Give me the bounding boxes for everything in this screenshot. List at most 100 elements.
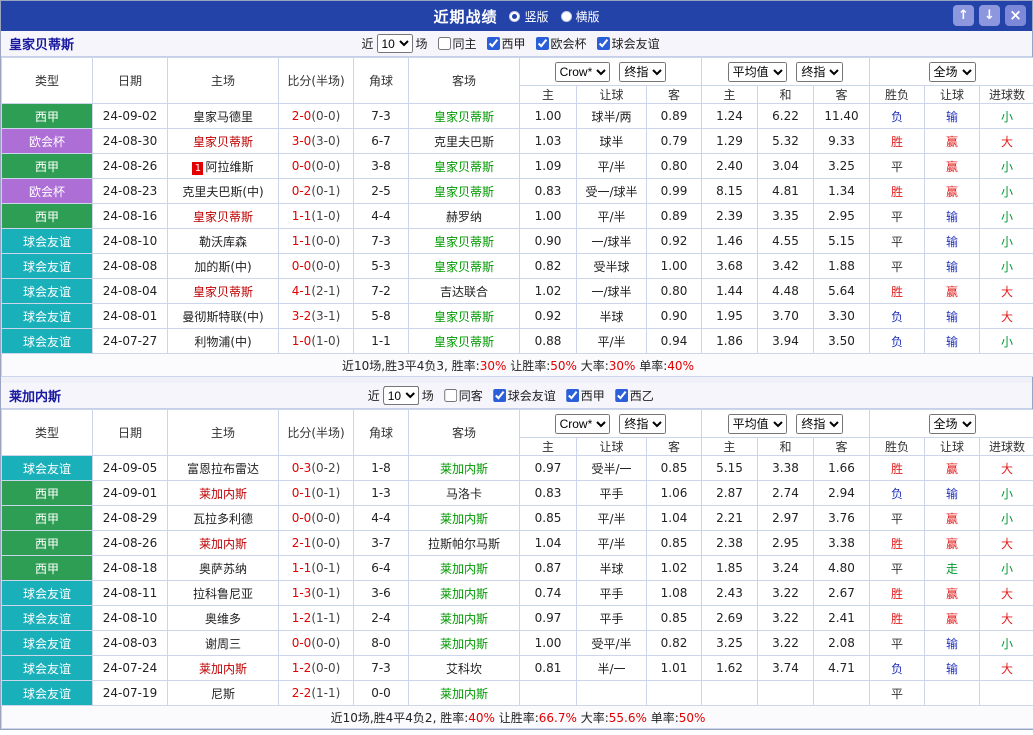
match-date: 24-08-16 xyxy=(93,204,168,229)
average-stage-select[interactable]: 终指 xyxy=(796,414,843,434)
away-team: 拉斯帕尔马斯 xyxy=(409,531,520,556)
competition-type: 球会友谊 xyxy=(2,581,93,606)
home-team-name: 阿拉维斯 xyxy=(205,160,253,174)
home-team: 奥维多 xyxy=(168,606,279,631)
result-handicap: 赢 xyxy=(925,279,980,304)
result-handicap xyxy=(925,681,980,706)
match-date: 24-08-10 xyxy=(93,229,168,254)
summary-segment: 近10场,胜4平4负2, 胜率: xyxy=(331,711,469,725)
laliga-checkbox[interactable] xyxy=(566,389,579,402)
corner-score: 1-3 xyxy=(354,481,409,506)
filter-option-friendly[interactable]: 球会友谊 xyxy=(493,387,556,404)
panel-down-button[interactable]: ↓ xyxy=(979,5,1000,26)
friendly-checkbox[interactable] xyxy=(493,389,506,402)
panel-close-button[interactable]: × xyxy=(1005,5,1026,26)
result-goals: 大 xyxy=(980,304,1033,329)
home-team: 尼斯 xyxy=(168,681,279,706)
odds-stage-select[interactable]: 终指 xyxy=(619,62,666,82)
scope-select-group: 全场 xyxy=(870,410,1033,438)
match-date: 24-08-03 xyxy=(93,631,168,656)
recent-count-select[interactable]: 10 xyxy=(383,386,419,405)
average-select[interactable]: 平均值 xyxy=(728,414,787,434)
handicap-away-odds: 1.04 xyxy=(647,506,702,531)
average-select[interactable]: 平均值 xyxy=(728,62,787,82)
result-goals: 小 xyxy=(980,506,1033,531)
scope-select[interactable]: 全场 xyxy=(929,62,976,82)
filter-option-laliga[interactable]: 西甲 xyxy=(566,387,605,404)
team-section-leganes: 莱加内斯 近 10 场 同客 球会友谊 西甲 西乙 类型 日期 xyxy=(1,383,1032,729)
handicap-away-odds: 0.85 xyxy=(647,456,702,481)
match-row: 球会友谊24-07-27利物浦(中)1-0(1-0)1-1皇家贝蒂斯0.88平/… xyxy=(2,329,1033,354)
corner-score: 0-0 xyxy=(354,681,409,706)
home-team-name: 尼斯 xyxy=(211,687,235,701)
match-row: 球会友谊24-08-08加的斯(中)0-0(0-0)5-3皇家贝蒂斯0.82受半… xyxy=(2,254,1033,279)
match-row: 西甲24-08-16皇家贝蒂斯1-1(1-0)4-4赫罗纳1.00平/半0.89… xyxy=(2,204,1033,229)
odds-draw: 3.04 xyxy=(758,154,814,179)
odds-away: 3.38 xyxy=(814,531,870,556)
fulltime-score: 1-2 xyxy=(292,661,312,675)
odds-company-select[interactable]: Crow* xyxy=(555,62,610,82)
friendly-checkbox[interactable] xyxy=(597,37,610,50)
score: 0-0(0-0) xyxy=(279,254,354,279)
match-date: 24-09-05 xyxy=(93,456,168,481)
handicap-away-odds: 1.08 xyxy=(647,581,702,606)
scope-select[interactable]: 全场 xyxy=(929,414,976,434)
score: 1-2(1-1) xyxy=(279,606,354,631)
handicap-away-odds: 0.80 xyxy=(647,154,702,179)
home-team-name: 克里夫巴斯(中) xyxy=(182,185,263,199)
result-goals: 小 xyxy=(980,104,1033,129)
handicap-home-odds: 1.00 xyxy=(520,631,577,656)
odds-company-select[interactable]: Crow* xyxy=(555,414,610,434)
odds-stage-select[interactable]: 终指 xyxy=(619,414,666,434)
filter-option-same-home[interactable]: 同主 xyxy=(438,35,477,52)
filter-option-laliga2[interactable]: 西乙 xyxy=(615,387,654,404)
score: 3-0(3-0) xyxy=(279,129,354,154)
home-team-name: 利物浦(中) xyxy=(194,335,251,349)
summary-segment: 大率: xyxy=(577,711,609,725)
result-winloss: 胜 xyxy=(870,531,925,556)
laliga-checkbox[interactable] xyxy=(487,37,500,50)
result-winloss: 平 xyxy=(870,204,925,229)
match-row: 球会友谊24-07-24莱加内斯1-2(0-0)7-3艾科坎0.81半/一1.0… xyxy=(2,656,1033,681)
odds-draw: 3.94 xyxy=(758,329,814,354)
handicap-line: 半球 xyxy=(577,304,647,329)
home-team-name: 皇家贝蒂斯 xyxy=(193,285,253,299)
sub-col: 主 xyxy=(702,86,758,104)
filter-option-conference[interactable]: 欧会杯 xyxy=(536,35,587,52)
competition-type: 球会友谊 xyxy=(2,681,93,706)
layout-radio-vertical[interactable]: 竖版 xyxy=(509,8,548,25)
conference-checkbox[interactable] xyxy=(536,37,549,50)
handicap-home-odds: 0.74 xyxy=(520,581,577,606)
recent-count-select[interactable]: 10 xyxy=(377,34,413,53)
result-goals: 小 xyxy=(980,481,1033,506)
result-goals: 小 xyxy=(980,204,1033,229)
average-stage-select[interactable]: 终指 xyxy=(796,62,843,82)
home-team: 莱加内斯 xyxy=(168,656,279,681)
odds-home: 1.62 xyxy=(702,656,758,681)
filter-option-friendly[interactable]: 球会友谊 xyxy=(597,35,660,52)
recent-label: 近 xyxy=(368,387,380,404)
corner-score: 7-2 xyxy=(354,279,409,304)
away-team: 莱加内斯 xyxy=(409,456,520,481)
result-goals: 大 xyxy=(980,531,1033,556)
handicap-home-odds xyxy=(520,681,577,706)
panel-up-button[interactable]: ↑ xyxy=(953,5,974,26)
score: 1-2(0-0) xyxy=(279,656,354,681)
layout-radio-horizontal[interactable]: 横版 xyxy=(561,8,600,25)
match-date: 24-09-01 xyxy=(93,481,168,506)
filter-option-same-away[interactable]: 同客 xyxy=(444,387,483,404)
filter-option-laliga[interactable]: 西甲 xyxy=(487,35,526,52)
same-home-checkbox[interactable] xyxy=(438,37,451,50)
sub-col: 和 xyxy=(758,438,814,456)
score: 0-0(0-0) xyxy=(279,506,354,531)
same-away-checkbox[interactable] xyxy=(444,389,457,402)
handicap-line: 平手 xyxy=(577,606,647,631)
fulltime-score: 1-3 xyxy=(292,586,312,600)
score: 3-2(3-1) xyxy=(279,304,354,329)
home-team: 加的斯(中) xyxy=(168,254,279,279)
laliga2-checkbox[interactable] xyxy=(615,389,628,402)
result-handicap: 赢 xyxy=(925,606,980,631)
handicap-away-odds: 1.02 xyxy=(647,556,702,581)
handicap-line: 受半球 xyxy=(577,254,647,279)
corner-score: 5-8 xyxy=(354,304,409,329)
